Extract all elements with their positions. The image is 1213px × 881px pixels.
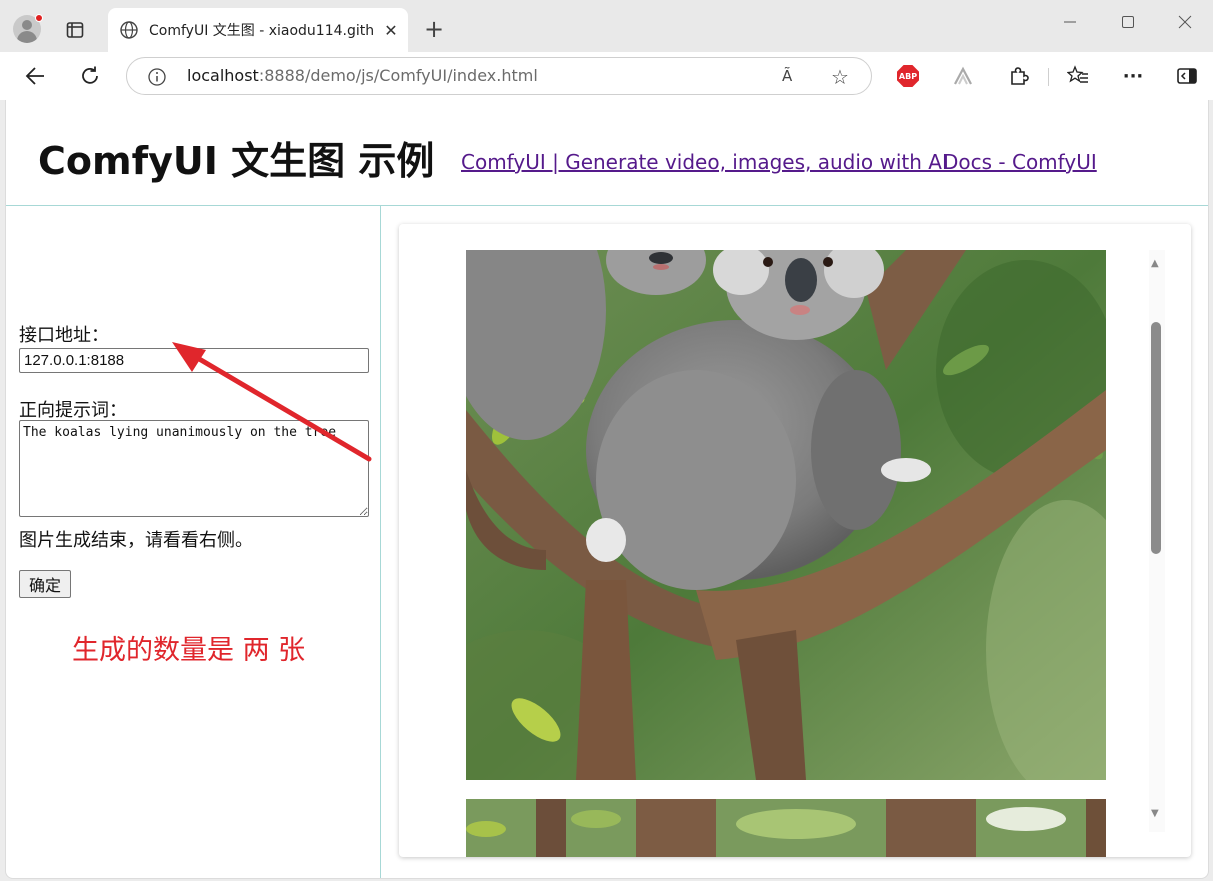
close-window-icon[interactable] — [1170, 14, 1200, 33]
scroll-up-icon[interactable]: ▲ — [1151, 258, 1159, 269]
address-bar[interactable]: localhost:8888/demo/js/ComfyUI/index.htm… — [126, 57, 872, 95]
read-aloud-icon[interactable]: Ã — [782, 67, 792, 85]
comfyui-home-link[interactable]: ComfyUI | Generate video, images, audio … — [461, 150, 948, 174]
notification-dot-icon — [35, 14, 43, 22]
koala-photo — [466, 250, 1106, 780]
favorites-list-icon[interactable] — [1066, 64, 1090, 88]
comfyui-docs-link[interactable]: Docs - ComfyUI — [943, 150, 1097, 174]
results-panel: ▲ ▼ — [399, 224, 1191, 857]
extension-a-icon[interactable] — [951, 64, 975, 88]
back-arrow-icon[interactable] — [23, 64, 47, 88]
more-menu-icon[interactable]: ··· — [1121, 64, 1145, 88]
form-panel: 接口地址： 正向提示词： The koalas lying unanimousl… — [6, 206, 381, 878]
maximize-icon[interactable] — [1113, 14, 1143, 33]
refresh-icon[interactable] — [78, 64, 102, 88]
count-annotation: 生成的数量是 两 张 — [72, 635, 306, 666]
scrollbar-thumb[interactable] — [1151, 322, 1161, 554]
page-viewport: ComfyUI 文生图 示例 ComfyUI | Generate video,… — [5, 100, 1209, 879]
confirm-button[interactable]: 确定 — [19, 570, 71, 598]
scroll-down-icon[interactable]: ▼ — [1151, 808, 1159, 819]
tab-actions-icon[interactable] — [58, 16, 92, 44]
browser-toolbar: localhost:8888/demo/js/ComfyUI/index.htm… — [0, 52, 1213, 100]
minimize-icon[interactable] — [1055, 14, 1085, 33]
toolbar-divider — [1048, 68, 1049, 86]
active-tab[interactable]: ComfyUI 文生图 - xiaodu114.github.io ✕ — [108, 8, 408, 52]
close-tab-icon[interactable]: ✕ — [383, 21, 399, 40]
tab-title: ComfyUI 文生图 - xiaodu114.github.io — [149, 23, 375, 39]
prompt-label: 正向提示词： — [19, 400, 127, 421]
page-header: ComfyUI 文生图 示例 ComfyUI | Generate video,… — [6, 100, 1208, 206]
new-tab-button[interactable]: + — [424, 16, 444, 42]
browser-tab-strip: ComfyUI 文生图 - xiaodu114.github.io ✕ + — [0, 0, 1213, 52]
sidebar-toggle-icon[interactable] — [1175, 64, 1199, 88]
favorite-star-icon[interactable]: ☆ — [831, 65, 849, 89]
site-info-icon[interactable] — [147, 67, 167, 87]
annotation-arrow-icon — [172, 342, 372, 462]
page-title: ComfyUI 文生图 示例 — [38, 139, 435, 183]
adblock-plus-icon[interactable]: ABP — [897, 65, 919, 87]
koala-photo-2 — [466, 799, 1106, 857]
extensions-puzzle-icon[interactable] — [1006, 64, 1030, 88]
status-text: 图片生成结束，请看看右侧。 — [19, 530, 253, 551]
image-gallery — [466, 250, 1106, 857]
globe-icon — [120, 21, 138, 39]
api-address-label: 接口地址： — [19, 325, 109, 346]
url-text[interactable]: localhost:8888/demo/js/ComfyUI/index.htm… — [187, 66, 538, 85]
